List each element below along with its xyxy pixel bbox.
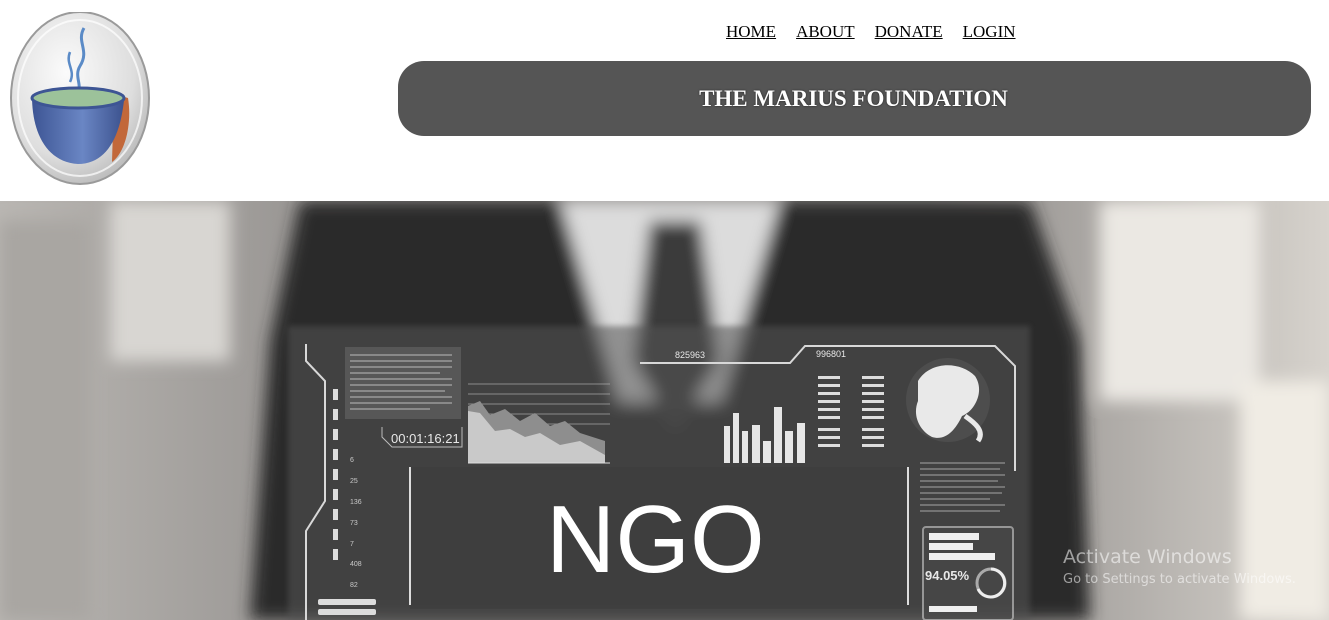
- scale-tick: 6: [350, 457, 354, 464]
- hero-timer: 00:01:16:21: [391, 431, 460, 446]
- scale-tick: 7: [350, 541, 354, 548]
- hero-code-b: 996801: [816, 349, 846, 359]
- foundation-logo: [10, 11, 152, 188]
- nav-home-link[interactable]: HOME: [726, 22, 776, 42]
- hero-headline: NGO: [546, 486, 765, 593]
- nav-about-link[interactable]: ABOUT: [796, 22, 855, 42]
- main-nav: HOME ABOUT DONATE LOGIN: [726, 22, 1016, 42]
- nav-login-link[interactable]: LOGIN: [963, 22, 1016, 42]
- hero-code-a: 825963: [675, 350, 705, 360]
- watermark-title: Activate Windows: [1063, 546, 1232, 568]
- title-banner: THE MARIUS FOUNDATION: [398, 61, 1311, 136]
- scale-tick: 25: [350, 478, 358, 485]
- nav-donate-link[interactable]: DONATE: [875, 22, 943, 42]
- scale-tick: 136: [350, 499, 362, 506]
- watermark-subtitle: Go to Settings to activate Windows.: [1063, 572, 1296, 587]
- hero-percent: 94.05%: [925, 568, 970, 583]
- activation-watermark: Activate Windows Go to Settings to activ…: [1063, 546, 1296, 587]
- site-title: THE MARIUS FOUNDATION: [699, 85, 1008, 111]
- scale-tick: 82: [350, 582, 358, 589]
- scale-tick: 408: [350, 561, 362, 568]
- scale-tick: 73: [350, 520, 358, 527]
